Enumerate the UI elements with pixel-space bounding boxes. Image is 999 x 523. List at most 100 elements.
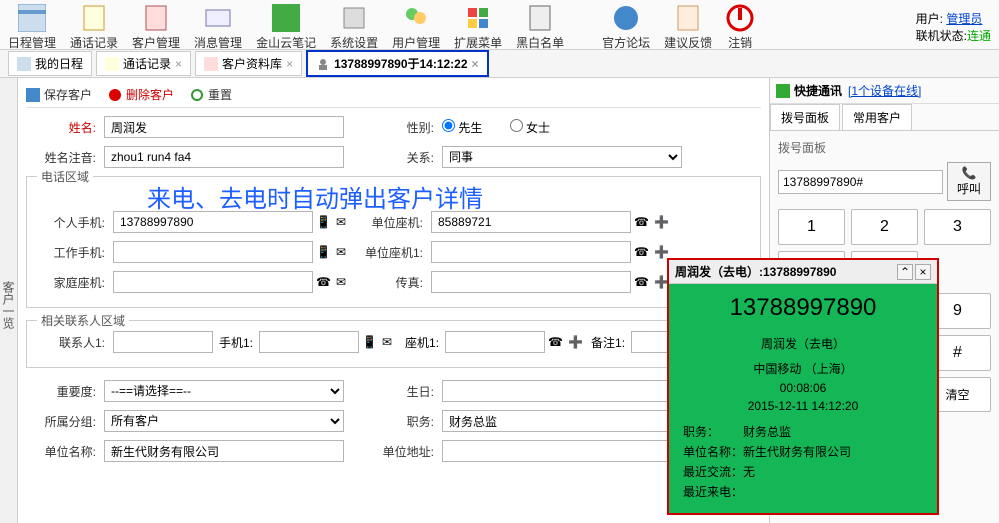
calendar-icon xyxy=(17,57,31,71)
toolbar-feedback[interactable]: 建议反馈 xyxy=(664,4,712,51)
phone-icon[interactable]: 📱 xyxy=(316,245,330,259)
save-icon xyxy=(26,88,40,102)
customer-icon xyxy=(142,4,170,32)
phone-icon[interactable]: 📱 xyxy=(316,215,330,229)
priority-select[interactable]: --==请选择==-- xyxy=(104,380,344,402)
phone-icon[interactable]: ☎ xyxy=(634,275,648,289)
tab-calllog[interactable]: 通话记录× xyxy=(96,51,191,76)
sms-icon[interactable]: ✉ xyxy=(336,275,350,289)
pinyin-label: 姓名注音: xyxy=(26,149,96,166)
user-name-link[interactable]: 管理员 xyxy=(946,12,982,26)
delete-button[interactable]: 删除客户 xyxy=(108,86,174,103)
dial-3[interactable]: 3 xyxy=(924,209,991,245)
popup-minimize[interactable]: ⌃ xyxy=(897,264,913,280)
comm-icon xyxy=(776,84,790,98)
message-icon xyxy=(204,4,232,32)
phone-icon[interactable]: 📱 xyxy=(362,335,376,349)
gender-male-radio[interactable]: 先生 xyxy=(442,121,482,135)
address-input[interactable] xyxy=(442,440,682,462)
add-icon[interactable]: ➕ xyxy=(654,245,668,259)
blacklist-icon xyxy=(526,4,554,32)
toolbar-settings[interactable]: 系统设置 xyxy=(330,4,378,51)
toolbar-logout[interactable]: 注销 xyxy=(726,4,754,51)
relation-label: 关系: xyxy=(364,149,434,166)
main-toolbar: 日程管理 通话记录 客户管理 消息管理 金山云笔记 系统设置 用户管理 扩展菜单… xyxy=(0,0,999,50)
document-tabs: 我的日程 通话记录× 客户资料库× 13788997890于14:12:22× xyxy=(0,50,999,78)
tab-schedule[interactable]: 我的日程 xyxy=(8,51,92,76)
feedback-icon xyxy=(674,4,702,32)
close-icon[interactable]: × xyxy=(472,57,479,71)
logout-icon xyxy=(726,4,754,32)
toolbar-blacklist[interactable]: 黑白名单 xyxy=(516,4,564,51)
office1-input[interactable] xyxy=(431,241,631,263)
freq-tab[interactable]: 常用客户 xyxy=(842,104,912,130)
call-button[interactable]: 📞 呼叫 xyxy=(947,162,991,201)
tab-callrecord[interactable]: 13788997890于14:12:22× xyxy=(306,50,488,77)
note-icon xyxy=(272,4,300,32)
toolbar-message[interactable]: 消息管理 xyxy=(194,4,242,51)
user-info: 用户: 管理员 联机状态:连通 xyxy=(916,4,991,44)
mobile-input[interactable] xyxy=(113,211,313,233)
toolbar-schedule[interactable]: 日程管理 xyxy=(8,4,56,51)
dial-2[interactable]: 2 xyxy=(851,209,918,245)
toolbar-extend[interactable]: 扩展菜单 xyxy=(454,4,502,51)
m1-input[interactable] xyxy=(259,331,359,353)
reset-icon xyxy=(190,88,204,102)
overlay-hint: 来电、去电时自动弹出客户详情 xyxy=(147,179,483,214)
fax-input[interactable] xyxy=(431,271,631,293)
gender-female-radio[interactable]: 女士 xyxy=(510,121,550,135)
phone-icon[interactable]: ☎ xyxy=(634,245,648,259)
add-icon[interactable]: ➕ xyxy=(654,215,668,229)
calendar-icon xyxy=(18,4,46,32)
dial-tab[interactable]: 拨号面板 xyxy=(770,104,840,130)
toolbar-customer[interactable]: 客户管理 xyxy=(132,4,180,51)
popup-title: 周润发（去电）:13788997890 xyxy=(675,263,895,280)
t1-input[interactable] xyxy=(445,331,545,353)
close-icon[interactable]: × xyxy=(286,57,293,71)
sidebar-collapse[interactable]: 客户一览 xyxy=(0,78,18,523)
customer-form: 保存客户 删除客户 重置 姓名: 性别: 先生 女士 姓名注音: 关系: 同事 … xyxy=(18,78,769,523)
name-input[interactable] xyxy=(104,116,344,138)
settings-icon xyxy=(340,4,368,32)
company-input[interactable] xyxy=(104,440,344,462)
office-input[interactable] xyxy=(431,211,631,233)
add-icon[interactable]: ➕ xyxy=(568,335,582,349)
group-select[interactable]: 所有客户 xyxy=(104,410,344,432)
reset-button[interactable]: 重置 xyxy=(190,86,232,103)
db-icon xyxy=(204,57,218,71)
delete-icon xyxy=(108,88,122,102)
pinyin-input[interactable] xyxy=(104,146,344,168)
contact1-input[interactable] xyxy=(113,331,213,353)
birthday-input[interactable] xyxy=(442,380,682,402)
home-input[interactable] xyxy=(113,271,313,293)
sms-icon[interactable]: ✉ xyxy=(336,245,350,259)
toolbar-users[interactable]: 用户管理 xyxy=(392,4,440,51)
phone-icon[interactable]: ☎ xyxy=(548,335,562,349)
log-icon xyxy=(105,57,119,71)
popup-close[interactable]: × xyxy=(915,264,931,280)
forum-icon xyxy=(612,4,640,32)
close-icon[interactable]: × xyxy=(175,57,182,71)
work-mobile-input[interactable] xyxy=(113,241,313,263)
sms-icon[interactable]: ✉ xyxy=(336,215,350,229)
phone-icon[interactable]: ☎ xyxy=(316,275,330,289)
toolbar-forum[interactable]: 官方论坛 xyxy=(602,4,650,51)
dial-number-input[interactable] xyxy=(778,170,943,194)
job-input[interactable] xyxy=(442,410,682,432)
phone-icon[interactable]: ☎ xyxy=(634,215,648,229)
devices-link[interactable]: [1个设备在线] xyxy=(848,82,921,99)
add-icon[interactable]: ➕ xyxy=(654,275,668,289)
popup-phone: 13788997890 xyxy=(679,294,927,322)
phone-section: 电话区域 来电、去电时自动弹出客户详情 个人手机: 📱✉ 单位座机: ☎➕ 工作… xyxy=(26,176,761,308)
gender-label: 性别: xyxy=(364,119,434,136)
save-button[interactable]: 保存客户 xyxy=(26,86,92,103)
dial-1[interactable]: 1 xyxy=(778,209,845,245)
toolbar-calllog[interactable]: 通话记录 xyxy=(70,4,118,51)
sms-icon[interactable]: ✉ xyxy=(382,335,396,349)
toolbar-note[interactable]: 金山云笔记 xyxy=(256,4,316,51)
extend-icon xyxy=(464,4,492,32)
relation-select[interactable]: 同事 xyxy=(442,146,682,168)
popup-caller: 周润发（去电） xyxy=(679,328,927,354)
person-icon xyxy=(316,57,330,71)
tab-customerdb[interactable]: 客户资料库× xyxy=(195,51,302,76)
